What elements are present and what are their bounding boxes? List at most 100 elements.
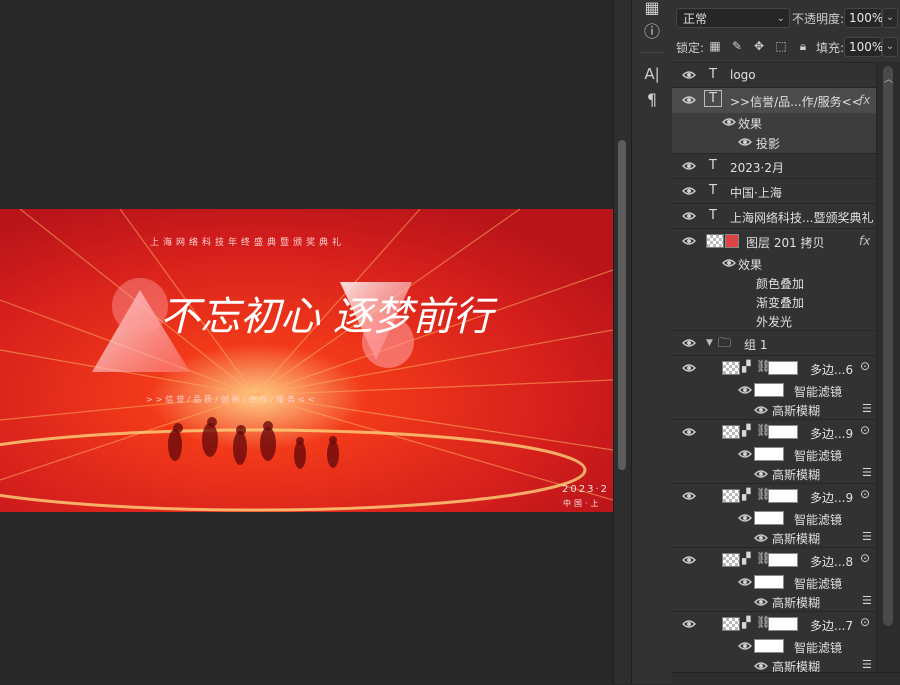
eye-icon[interactable] [738, 449, 752, 461]
layer-row-smart-object[interactable]: ▞ ⛓ 多边...7 ⊙ [672, 612, 876, 636]
effect-row-outer-glow[interactable]: 外发光 [672, 311, 876, 331]
effect-row-drop-shadow[interactable]: 投影 [672, 133, 876, 154]
eye-icon[interactable] [754, 405, 768, 417]
layer-row-pixel-layer[interactable]: 图层 201 拷贝 fx [672, 229, 876, 254]
fx-icon[interactable]: fx [859, 93, 870, 107]
filter-name: 高斯模糊 [772, 532, 821, 546]
eye-icon[interactable] [754, 469, 768, 481]
eye-icon[interactable] [738, 577, 752, 589]
filter-mask-thumbnail[interactable] [754, 511, 784, 525]
smart-filter-row[interactable]: 智能滤镜 [672, 572, 876, 592]
smart-filter-row[interactable]: 智能滤镜 [672, 444, 876, 464]
layers-scrollbar[interactable]: ︿ [876, 62, 900, 672]
layer-row-group[interactable]: ▼ 🗀 组 1 [672, 331, 876, 356]
layer-row-title[interactable]: T 上海网络科技...暨颁奖典礼 [672, 204, 876, 229]
layer-thumbnail [722, 361, 740, 375]
opacity-dropdown-button[interactable]: ⌄ [882, 8, 898, 28]
layer-row-smart-object[interactable]: ▞ ⛓ 多边...9 ⊙ [672, 420, 876, 444]
eye-icon[interactable] [754, 533, 768, 545]
smart-filter-badge-icon: ⊙ [860, 615, 871, 629]
eye-icon[interactable] [738, 137, 752, 149]
smart-filter-label: 智能滤镜 [794, 385, 843, 399]
filter-row-gaussian-blur[interactable]: 高斯模糊 ☰ [672, 592, 876, 612]
eye-icon[interactable] [682, 186, 696, 198]
layer-mask-thumbnail[interactable] [768, 361, 798, 375]
chevron-up-icon[interactable]: ︿ [884, 72, 893, 85]
document-canvas-area[interactable]: 上海网络科技年终盛典暨颁奖典礼 不忘初心 逐梦前行 >>信誉/品质/创新/合作/… [0, 0, 613, 684]
filter-row-gaussian-blur[interactable]: 高斯模糊 ☰ [672, 656, 876, 673]
eye-icon[interactable] [738, 641, 752, 653]
eye-icon[interactable] [722, 117, 736, 129]
blend-mode-select[interactable]: 正常 ⌄ [676, 8, 790, 28]
opacity-label: 不透明度: [792, 12, 845, 26]
lock-label: 锁定: [676, 41, 705, 55]
lock-image-pixels-icon[interactable]: ✎ [730, 39, 744, 53]
smart-filter-row[interactable]: 智能滤镜 [672, 508, 876, 528]
layer-row-smart-object[interactable]: ▞ ⛓ 多边...9 ⊙ [672, 484, 876, 508]
smart-filter-row[interactable]: 智能滤镜 [672, 380, 876, 400]
layer-row-slogan[interactable]: T >>信誉/品...作/服务<< fx [672, 88, 876, 113]
filter-options-icon[interactable]: ☰ [862, 530, 872, 543]
eye-icon[interactable] [722, 258, 736, 270]
eye-icon[interactable] [682, 161, 696, 173]
eye-icon[interactable] [682, 211, 696, 223]
layer-name: 中国·上海 [730, 186, 782, 200]
filter-mask-thumbnail[interactable] [754, 639, 784, 653]
layer-row-date[interactable]: T 2023·2月 [672, 154, 876, 179]
layer-row-smart-object[interactable]: ▞ ⛓ 多边...6 ⊙ [672, 356, 876, 380]
layer-name: 多边...9 [810, 427, 854, 441]
eye-icon[interactable] [682, 555, 696, 567]
layer-row-location[interactable]: T 中国·上海 [672, 179, 876, 204]
eye-icon[interactable] [738, 385, 752, 397]
canvas-scroll-thumb[interactable] [618, 140, 626, 470]
banner-artwork[interactable]: 上海网络科技年终盛典暨颁奖典礼 不忘初心 逐梦前行 >>信誉/品质/创新/合作/… [0, 0, 613, 684]
eye-icon[interactable] [682, 491, 696, 503]
chevron-down-icon[interactable]: ▼ [706, 338, 713, 348]
pages-icon[interactable]: ▦ [640, 0, 664, 20]
layer-row-logo[interactable]: T logo [672, 63, 876, 88]
eye-icon[interactable] [738, 513, 752, 525]
layer-row-smart-object[interactable]: ▞ ⛓ 多边...8 ⊙ [672, 548, 876, 572]
eye-icon[interactable] [682, 236, 696, 248]
layer-mask-thumbnail[interactable] [768, 617, 798, 631]
eye-icon[interactable] [682, 427, 696, 439]
filter-options-icon[interactable]: ☰ [862, 466, 872, 479]
info-icon[interactable]: ⓘ [640, 20, 664, 44]
lock-position-icon[interactable]: ✥ [752, 39, 766, 53]
eye-icon[interactable] [754, 597, 768, 609]
layers-scroll-thumb[interactable] [883, 66, 893, 626]
smart-filter-row[interactable]: 智能滤镜 [672, 636, 876, 656]
filter-options-icon[interactable]: ☰ [862, 594, 872, 607]
filter-mask-thumbnail[interactable] [754, 575, 784, 589]
layer-mask-thumbnail[interactable] [768, 553, 798, 567]
fx-icon[interactable]: fx [859, 234, 870, 248]
opacity-input[interactable]: 100% [844, 8, 883, 28]
lock-all-icon[interactable]: 🔒︎ [796, 39, 810, 53]
filter-row-gaussian-blur[interactable]: 高斯模糊 ☰ [672, 528, 876, 548]
layer-mask-thumbnail[interactable] [768, 489, 798, 503]
eye-icon[interactable] [682, 95, 696, 107]
effects-row[interactable]: 效果 [672, 113, 876, 133]
filter-mask-thumbnail[interactable] [754, 383, 784, 397]
effect-row-gradient-overlay[interactable]: 渐变叠加 [672, 292, 876, 311]
eye-icon[interactable] [682, 338, 696, 350]
effect-row-color-overlay[interactable]: 颜色叠加 [672, 273, 876, 292]
fill-input[interactable]: 100% [844, 37, 883, 57]
filter-name: 高斯模糊 [772, 596, 821, 610]
canvas-vertical-scrollbar[interactable] [613, 0, 632, 684]
effects-row[interactable]: 效果 [672, 254, 876, 273]
filter-options-icon[interactable]: ☰ [862, 658, 872, 671]
filter-mask-thumbnail[interactable] [754, 447, 784, 461]
filter-options-icon[interactable]: ☰ [862, 402, 872, 415]
eye-icon[interactable] [682, 70, 696, 82]
eye-icon[interactable] [682, 363, 696, 375]
filter-row-gaussian-blur[interactable]: 高斯模糊 ☰ [672, 464, 876, 484]
paragraph-icon[interactable]: ¶ [640, 88, 664, 112]
eye-icon[interactable] [682, 619, 696, 631]
character-icon[interactable]: A| [640, 62, 664, 86]
lock-transparent-pixels-icon[interactable]: ▦ [708, 39, 722, 53]
filter-row-gaussian-blur[interactable]: 高斯模糊 ☰ [672, 400, 876, 420]
lock-artboard-icon[interactable]: ⬚ [774, 39, 788, 53]
fill-dropdown-button[interactable]: ⌄ [882, 37, 898, 57]
layer-mask-thumbnail[interactable] [768, 425, 798, 439]
